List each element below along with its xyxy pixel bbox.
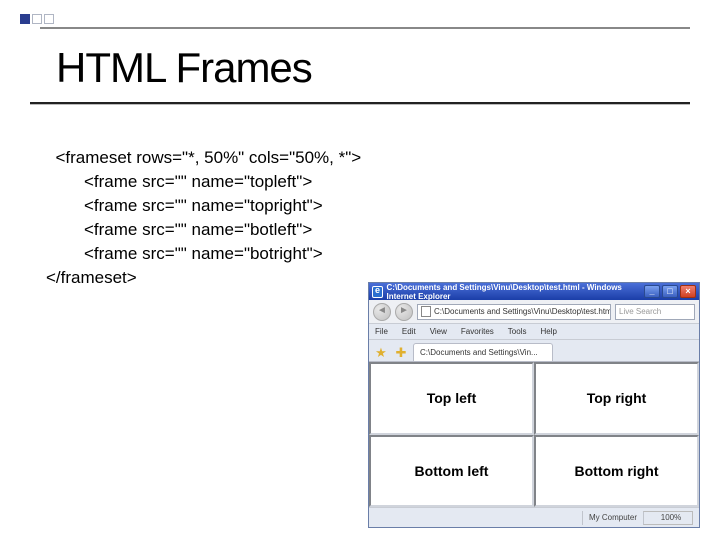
frame-topright: Top right xyxy=(534,362,699,435)
code-line: </frameset> xyxy=(46,268,137,287)
code-line: <frame src="" name="botleft"> xyxy=(84,218,361,242)
top-rule xyxy=(40,27,690,29)
address-text: C:\Documents and Settings\Vinu\Desktop\t… xyxy=(434,307,611,316)
nav-toolbar: ◄ ► C:\Documents and Settings\Vinu\Deskt… xyxy=(369,300,699,324)
code-line: <frame src="" name="topleft"> xyxy=(84,170,361,194)
minimize-button[interactable]: _ xyxy=(644,285,660,298)
menu-file[interactable]: File xyxy=(375,327,388,336)
add-favorite-icon[interactable]: ✚ xyxy=(393,345,409,361)
close-button[interactable]: × xyxy=(680,285,696,298)
menu-bar: File Edit View Favorites Tools Help xyxy=(369,324,699,340)
code-line: <frame src="" name="topright"> xyxy=(84,194,361,218)
window-titlebar: C:\Documents and Settings\Vinu\Desktop\t… xyxy=(369,283,699,300)
code-line: <frame src="" name="botright"> xyxy=(84,242,361,266)
back-button[interactable]: ◄ xyxy=(373,303,391,321)
zoom-level[interactable]: 100% xyxy=(643,511,693,525)
forward-button[interactable]: ► xyxy=(395,303,413,321)
slide-bullets xyxy=(20,14,54,24)
menu-tools[interactable]: Tools xyxy=(508,327,527,336)
tab-current[interactable]: C:\Documents and Settings\Vin... xyxy=(413,343,553,361)
title-underline xyxy=(30,102,690,104)
menu-view[interactable]: View xyxy=(430,327,447,336)
frame-botleft: Bottom left xyxy=(369,435,534,508)
menu-favorites[interactable]: Favorites xyxy=(461,327,494,336)
frameset-content: Top left Top right Bottom left Bottom ri… xyxy=(369,362,699,507)
favorites-icon[interactable]: ★ xyxy=(373,345,389,361)
ie-icon xyxy=(372,286,383,298)
slide-title: HTML Frames xyxy=(56,44,312,92)
menu-help[interactable]: Help xyxy=(540,327,556,336)
search-box[interactable]: Live Search xyxy=(615,304,695,320)
status-bar: My Computer 100% xyxy=(369,507,699,527)
browser-window: C:\Documents and Settings\Vinu\Desktop\t… xyxy=(368,282,700,528)
menu-edit[interactable]: Edit xyxy=(402,327,416,336)
code-block: <frameset rows="*, 50%" cols="50%, *"> <… xyxy=(46,122,361,290)
tab-bar: ★ ✚ C:\Documents and Settings\Vin... xyxy=(369,340,699,362)
code-line: <frameset rows="*, 50%" cols="50%, *"> xyxy=(55,148,361,167)
frame-topleft: Top left xyxy=(369,362,534,435)
maximize-button[interactable]: □ xyxy=(662,285,678,298)
window-title-text: C:\Documents and Settings\Vinu\Desktop\t… xyxy=(387,283,644,301)
address-bar[interactable]: C:\Documents and Settings\Vinu\Desktop\t… xyxy=(417,304,611,320)
page-icon xyxy=(421,306,431,317)
security-zone: My Computer xyxy=(582,511,637,525)
frame-botright: Bottom right xyxy=(534,435,699,508)
